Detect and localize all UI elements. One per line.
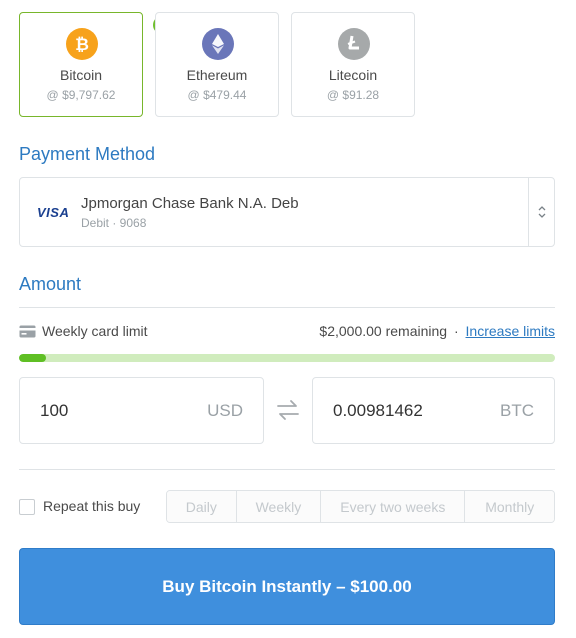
- limit-progress-fill: [19, 354, 46, 362]
- divider: [19, 307, 555, 308]
- bank-name: Jpmorgan Chase Bank N.A. Deb: [81, 195, 299, 212]
- currency-price: @ $91.28: [326, 88, 380, 102]
- fiat-unit: USD: [207, 401, 243, 420]
- limit-remaining-row: $2,000.00 remaining · Increase limits: [319, 323, 555, 339]
- buy-button[interactable]: Buy Bitcoin Instantly – $100.00: [19, 548, 555, 625]
- currency-price: @ $479.44: [187, 88, 247, 102]
- repeat-label: Repeat this buy: [43, 498, 141, 514]
- repeat-frequency-group: Daily Weekly Every two weeks Monthly: [166, 490, 555, 523]
- swap-arrows-icon[interactable]: [276, 399, 300, 426]
- currency-name: Bitcoin: [59, 67, 103, 83]
- svg-text:₿: ₿: [75, 35, 89, 54]
- frequency-daily[interactable]: Daily: [167, 491, 237, 522]
- crypto-amount-input[interactable]: 0.00981462 BTC: [312, 377, 555, 444]
- card-icon: [19, 325, 36, 343]
- currency-card-ethereum[interactable]: Ethereum @ $479.44: [155, 12, 279, 117]
- ethereum-icon: [202, 28, 234, 60]
- visa-logo: VISA: [37, 205, 70, 220]
- limit-progress-bar: [19, 354, 555, 362]
- frequency-weekly[interactable]: Weekly: [236, 491, 322, 522]
- payment-method-select[interactable]: VISA Jpmorgan Chase Bank N.A. Deb Debit …: [19, 177, 555, 247]
- chevron-updown-icon[interactable]: [528, 178, 554, 246]
- weekly-limit-label: Weekly card limit: [42, 323, 148, 339]
- amount-title: Amount: [19, 274, 82, 294]
- fiat-amount-value: 100: [40, 401, 69, 420]
- fiat-amount-input[interactable]: 100 USD: [19, 377, 264, 444]
- separator: ·: [453, 323, 459, 339]
- litecoin-icon: [338, 28, 370, 60]
- frequency-monthly[interactable]: Monthly: [465, 491, 554, 522]
- limit-remaining: $2,000.00 remaining: [319, 323, 448, 339]
- crypto-amount-value: 0.00981462: [333, 401, 423, 420]
- repeat-checkbox[interactable]: [19, 499, 35, 515]
- currency-name: Litecoin: [328, 67, 378, 83]
- payment-method-title: Payment Method: [19, 144, 156, 164]
- currency-price: @ $9,797.62: [46, 88, 116, 102]
- currency-card-litecoin[interactable]: Litecoin @ $91.28: [291, 12, 415, 117]
- currency-name: Ethereum: [186, 67, 248, 83]
- bitcoin-icon: ₿: [66, 28, 98, 60]
- increase-limits-link[interactable]: Increase limits: [466, 323, 555, 339]
- account-detail: Debit · 9068: [81, 216, 147, 230]
- divider: [19, 469, 555, 470]
- crypto-unit: BTC: [500, 401, 534, 420]
- currency-card-bitcoin[interactable]: ₿ Bitcoin @ $9,797.62: [19, 12, 173, 117]
- frequency-every-two-weeks[interactable]: Every two weeks: [321, 491, 466, 522]
